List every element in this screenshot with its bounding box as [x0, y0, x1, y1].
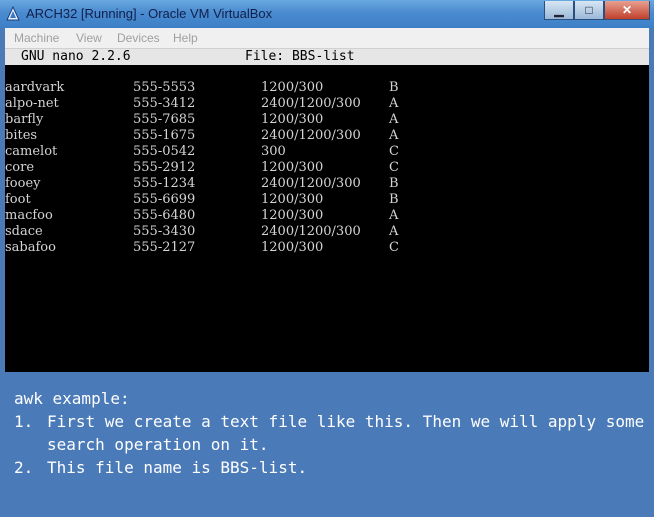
- bbs-name: aardvark: [5, 80, 65, 95]
- bbs-name: bites: [5, 128, 38, 143]
- vm-screen[interactable]: GNU nano 2.2.6 File: BBS-list aardvark 5…: [5, 49, 649, 372]
- bbs-name: core: [5, 160, 35, 175]
- list-item: aardvark 555-5553 1200/300 B: [5, 80, 649, 96]
- bbs-name: camelot: [5, 144, 58, 159]
- window-title: ARCH32 [Running] - Oracle VM VirtualBox: [26, 6, 273, 21]
- bbs-phone: 555-3412: [133, 96, 196, 111]
- virtualbox-app-icon: [6, 6, 20, 21]
- caption-item-text: First we create a text file like this. T…: [47, 412, 645, 454]
- bbs-class: A: [389, 224, 399, 239]
- bbs-baud: 2400/1200/300: [261, 128, 361, 143]
- list-item: macfoo 555-6480 1200/300 A: [5, 208, 649, 224]
- bbs-baud: 1200/300: [261, 208, 324, 223]
- minimize-button[interactable]: ▁: [544, 1, 574, 20]
- list-item: barfly 555-7685 1200/300 A: [5, 112, 649, 128]
- bbs-class: A: [389, 128, 399, 143]
- bbs-baud: 2400/1200/300: [261, 176, 361, 191]
- menu-view[interactable]: View: [76, 31, 102, 45]
- list-item: bites 555-1675 2400/1200/300 A: [5, 128, 649, 144]
- menu-machine[interactable]: Machine: [14, 31, 59, 45]
- list-item: fooey 555-1234 2400/1200/300 B: [5, 176, 649, 192]
- menu-help[interactable]: Help: [173, 31, 198, 45]
- close-button[interactable]: ✕: [604, 1, 650, 20]
- bbs-name: alpo-net: [5, 96, 59, 111]
- list-item: sdace 555-3430 2400/1200/300 A: [5, 224, 649, 240]
- bbs-name: fooey: [5, 176, 41, 191]
- bbs-baud: 1200/300: [261, 112, 324, 127]
- list-item: sabafoo 555-2127 1200/300 C: [5, 240, 649, 256]
- bbs-phone: 555-6480: [133, 208, 196, 223]
- bbs-baud: 300: [261, 144, 286, 159]
- bbs-phone: 555-0542: [133, 144, 196, 159]
- caption-panel: awk example: 1. First we create a text f…: [0, 372, 654, 517]
- bbs-baud: 1200/300: [261, 240, 324, 255]
- bbs-phone: 555-2127: [133, 240, 196, 255]
- nano-filename: File: BBS-list: [245, 49, 355, 64]
- bbs-phone: 555-6699: [133, 192, 196, 207]
- bbs-class: A: [389, 112, 399, 127]
- bbs-baud: 1200/300: [261, 192, 324, 207]
- bbs-baud: 1200/300: [261, 80, 324, 95]
- list-item: core 555-2912 1200/300 C: [5, 160, 649, 176]
- bbs-class: A: [389, 96, 399, 111]
- bbs-class: B: [389, 176, 399, 191]
- bbs-name: macfoo: [5, 208, 53, 223]
- bbs-baud: 2400/1200/300: [261, 96, 361, 111]
- list-item: camelot 555-0542 300 C: [5, 144, 649, 160]
- window-titlebar[interactable]: ARCH32 [Running] - Oracle VM VirtualBox …: [0, 0, 654, 28]
- bbs-phone: 555-5553: [133, 80, 196, 95]
- bbs-phone: 555-1234: [133, 176, 196, 191]
- maximize-button[interactable]: □: [574, 1, 604, 20]
- bbs-name: sabafoo: [5, 240, 56, 255]
- bbs-phone: 555-1675: [133, 128, 196, 143]
- bbs-class: C: [389, 144, 399, 159]
- file-content: aardvark 555-5553 1200/300 B alpo-net 55…: [5, 80, 649, 256]
- caption-item-number: 2.: [14, 458, 34, 477]
- bbs-class: C: [389, 160, 399, 175]
- bbs-name: foot: [5, 192, 31, 207]
- bbs-class: A: [389, 208, 399, 223]
- list-item: alpo-net 555-3412 2400/1200/300 A: [5, 96, 649, 112]
- menu-devices[interactable]: Devices: [117, 31, 160, 45]
- bbs-class: C: [389, 240, 399, 255]
- menubar: Machine View Devices Help: [5, 28, 649, 49]
- caption-item-number: 1.: [14, 412, 34, 431]
- bbs-baud: 1200/300: [261, 160, 324, 175]
- bbs-name: sdace: [5, 224, 43, 239]
- bbs-baud: 2400/1200/300: [261, 224, 361, 239]
- window-controls: ▁ □ ✕: [544, 1, 650, 20]
- nano-version: GNU nano 2.2.6: [21, 49, 131, 64]
- bbs-phone: 555-2912: [133, 160, 196, 175]
- caption-item-text: This file name is BBS-list.: [47, 458, 308, 477]
- caption-title: awk example:: [14, 389, 130, 408]
- nano-titlebar: GNU nano 2.2.6 File: BBS-list: [5, 49, 649, 65]
- bbs-phone: 555-7685: [133, 112, 196, 127]
- bbs-name: barfly: [5, 112, 44, 127]
- list-item: foot 555-6699 1200/300 B: [5, 192, 649, 208]
- bbs-class: B: [389, 192, 399, 207]
- bbs-phone: 555-3430: [133, 224, 196, 239]
- bbs-class: B: [389, 80, 399, 95]
